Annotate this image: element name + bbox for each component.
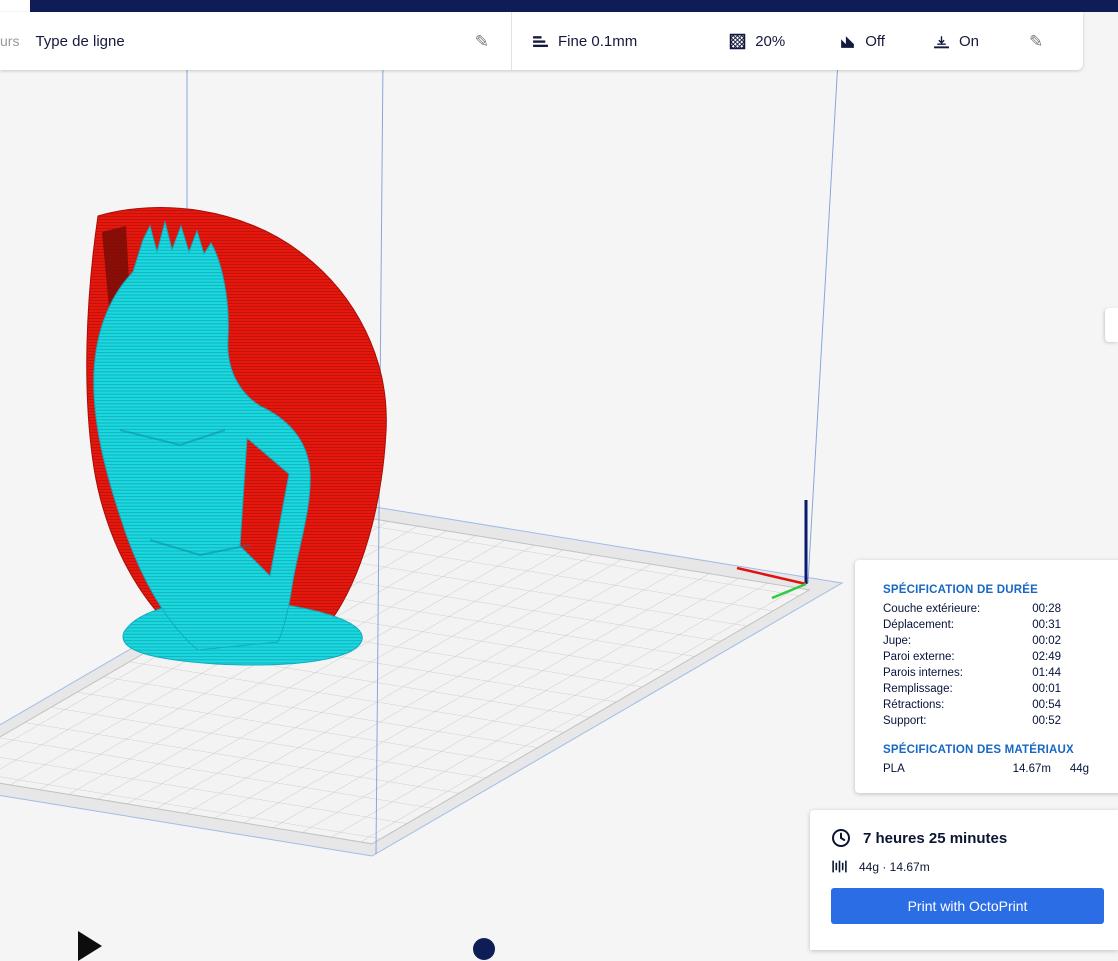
spec-label: Jupe: — [883, 635, 912, 647]
spec-row-outer-layer: Couche extérieure: 00:28 — [883, 601, 1061, 617]
edit-view-icon[interactable]: ✎ — [475, 33, 489, 50]
spec-row-inner-walls: Parois internes: 01:44 — [883, 665, 1061, 681]
spec-value: 00:01 — [1032, 683, 1061, 695]
spec-value: 00:02 — [1032, 635, 1061, 647]
spec-label: Paroi externe: — [883, 651, 955, 663]
material-estimate: 44g · 14.67m — [859, 859, 930, 874]
print-settings-summary: Fine 0.1mm 20% Off On ✎ — [512, 12, 1083, 70]
infill-icon — [729, 33, 746, 49]
spec-label: Support: — [883, 715, 927, 727]
filament-icon — [832, 860, 847, 873]
print-with-octoprint-button[interactable]: Print with OctoPrint — [831, 888, 1104, 924]
material-row: PLA 14.67m 44g — [883, 761, 1089, 777]
spec-label: Déplacement: — [883, 619, 954, 631]
support-label: Off — [865, 32, 885, 50]
spec-row-infill: Remplissage: 00:01 — [883, 681, 1061, 697]
spec-row-skirt: Jupe: 00:02 — [883, 633, 1061, 649]
viewport-3d[interactable] — [0, 0, 1118, 947]
print-specification-panel: SPÉCIFICATION DE DURÉE Couche extérieure… — [855, 560, 1118, 793]
adhesion-setting[interactable]: On — [933, 33, 979, 50]
spec-value: 00:28 — [1032, 603, 1061, 615]
spec-value: 00:52 — [1032, 715, 1061, 727]
material-spec-title: SPÉCIFICATION DES MATÉRIAUX — [883, 744, 1074, 756]
material-name: PLA — [883, 763, 905, 775]
support-icon — [841, 35, 855, 48]
play-button[interactable] — [78, 931, 102, 961]
adhesion-label: On — [958, 32, 979, 50]
clock-icon — [831, 828, 851, 848]
duration-spec-title: SPÉCIFICATION DE DURÉE — [883, 584, 1038, 596]
spec-label: Remplissage: — [883, 683, 953, 695]
infill-label: 20% — [755, 32, 786, 50]
view-mode-section: urs Type de ligne ✎ — [0, 12, 512, 70]
profile-label: Fine 0.1mm — [558, 32, 638, 50]
material-length: 14.67m — [1012, 763, 1051, 775]
print-time-estimate: 7 heures 25 minutes — [863, 829, 1008, 847]
timeline-slider-handle[interactable] — [473, 938, 495, 960]
infill-setting[interactable]: 20% — [729, 33, 785, 50]
window-top-bar — [0, 0, 1118, 12]
view-mode-dropdown[interactable]: Type de ligne — [35, 33, 124, 50]
spec-row-travel: Déplacement: 00:31 — [883, 617, 1061, 633]
spec-value: 00:54 — [1032, 699, 1061, 711]
spec-value: 00:31 — [1032, 619, 1061, 631]
edit-settings-icon[interactable]: ✎ — [1029, 33, 1043, 50]
spec-label: Parois internes: — [883, 667, 963, 679]
layer-height-icon — [533, 35, 548, 47]
print-action-panel: 7 heures 25 minutes 44g · 14.67m Print w… — [810, 810, 1118, 950]
spec-row-outer-wall: Paroi externe: 02:49 — [883, 649, 1061, 665]
side-panel-handle[interactable] — [1105, 308, 1118, 342]
support-setting[interactable]: Off — [839, 33, 885, 50]
spec-value: 01:44 — [1032, 667, 1061, 679]
adhesion-icon — [934, 35, 949, 48]
material-weight: 44g — [1069, 763, 1089, 775]
spec-label: Couche extérieure: — [883, 603, 981, 615]
spec-row-support: Support: 00:52 — [883, 713, 1061, 729]
spec-label: Rétractions: — [883, 699, 945, 711]
cutoff-label: urs — [0, 33, 20, 49]
spec-row-retractions: Rétractions: 00:54 — [883, 697, 1061, 713]
spec-value: 02:49 — [1032, 651, 1061, 663]
stage-toolbar: urs Type de ligne ✎ Fine 0.1mm 20% Off O… — [0, 12, 1083, 70]
profile-setting[interactable]: Fine 0.1mm — [532, 33, 637, 50]
window-top-bar-gap — [0, 0, 30, 12]
